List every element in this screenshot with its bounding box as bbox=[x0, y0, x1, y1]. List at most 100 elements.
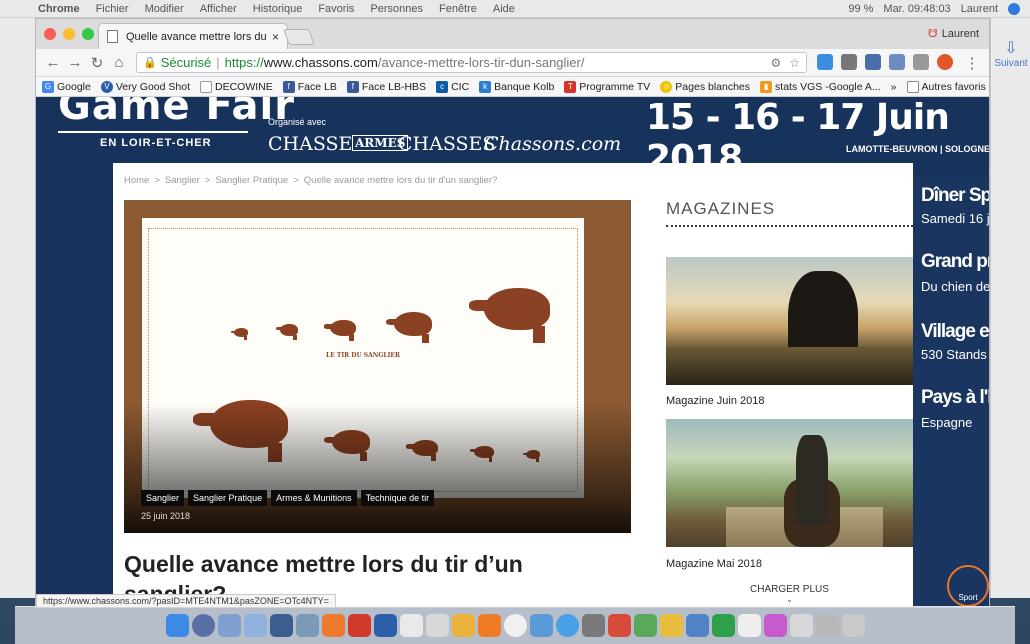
app-icon[interactable] bbox=[685, 614, 709, 637]
reload-icon[interactable]: ↻ bbox=[86, 54, 108, 72]
magazine-cover-juin[interactable] bbox=[666, 257, 913, 385]
extension-icon-2[interactable] bbox=[841, 53, 857, 70]
load-more-button[interactable]: CHARGER PLUS ⌄ bbox=[750, 584, 829, 604]
vlc-icon[interactable] bbox=[477, 614, 501, 637]
app-icon[interactable] bbox=[529, 614, 553, 637]
finder-icon[interactable] bbox=[165, 614, 189, 637]
app-icon[interactable] bbox=[815, 614, 839, 637]
magazine-caption[interactable]: Magazine Mai 2018 bbox=[666, 558, 762, 570]
launchpad-icon[interactable] bbox=[191, 614, 215, 637]
menu-historique[interactable]: Historique bbox=[245, 3, 311, 15]
url-scheme[interactable]: https:// bbox=[225, 55, 264, 70]
extension-icon-5[interactable] bbox=[913, 53, 929, 70]
bookmark-decowine[interactable]: DECOWINE bbox=[200, 80, 273, 93]
side-advertisement[interactable]: Dîner Spec Samedi 16 ju Grand prix Du ch… bbox=[913, 175, 989, 607]
background-window[interactable] bbox=[0, 18, 40, 598]
bookmarks-overflow[interactable]: » bbox=[891, 81, 897, 93]
magazine-caption[interactable]: Magazine Juin 2018 bbox=[666, 395, 764, 407]
bookmark-banque-kolb[interactable]: k Banque Kolb bbox=[479, 80, 554, 93]
app-icon[interactable] bbox=[607, 614, 631, 637]
magazine-cover-mai[interactable] bbox=[666, 419, 913, 547]
forward-icon[interactable]: → bbox=[64, 54, 86, 71]
bookmark-other[interactable]: Autres favoris bbox=[906, 80, 986, 93]
clock[interactable]: Mar. 09:48:03 bbox=[883, 3, 950, 15]
minimize-window-button[interactable] bbox=[63, 28, 75, 40]
app-icon[interactable] bbox=[347, 614, 371, 637]
extension-icon-4[interactable] bbox=[889, 53, 905, 70]
app-icon[interactable] bbox=[711, 614, 735, 637]
url-path[interactable]: /avance-mettre-lors-tir-dun-sanglier/ bbox=[378, 55, 585, 70]
home-icon[interactable]: ⌂ bbox=[108, 54, 130, 71]
tab-bar: Quelle avance mettre lors du tir × ☋ Laur… bbox=[36, 19, 989, 49]
bookmark-very-good-shot[interactable]: V Very Good Shot bbox=[100, 80, 190, 93]
tag-sanglier-pratique[interactable]: Sanglier Pratique bbox=[188, 490, 268, 506]
next-nav[interactable]: ⇩ Suivant bbox=[993, 38, 1029, 69]
app-icon[interactable] bbox=[555, 614, 579, 637]
app-icon[interactable] bbox=[763, 614, 787, 637]
menu-favoris[interactable]: Favoris bbox=[310, 3, 362, 15]
address-bar[interactable]: 🔒 Sécurisé | https:// www.chassons.com /… bbox=[136, 52, 807, 73]
profile-button[interactable]: ☋ Laurent bbox=[928, 27, 979, 40]
app-icon[interactable] bbox=[321, 614, 345, 637]
menu-aide[interactable]: Aide bbox=[485, 3, 523, 15]
bookmark-stats-vgs[interactable]: ▮ stats VGS -Google A... bbox=[760, 80, 881, 93]
menu-afficher[interactable]: Afficher bbox=[192, 3, 245, 15]
close-window-button[interactable] bbox=[44, 28, 56, 40]
bookmark-cic[interactable]: c CIC bbox=[436, 80, 469, 93]
app-icon[interactable] bbox=[581, 614, 605, 637]
menu-personnes[interactable]: Personnes bbox=[362, 3, 431, 15]
mail-icon[interactable] bbox=[243, 614, 267, 637]
extension-icon-6[interactable] bbox=[937, 53, 953, 70]
tab-close-icon[interactable]: × bbox=[272, 30, 279, 44]
app-icon[interactable] bbox=[789, 614, 813, 637]
menu-chrome[interactable]: Chrome bbox=[30, 3, 88, 15]
translate-icon[interactable]: ⚙ bbox=[770, 56, 781, 70]
bookmark-google[interactable]: G Google bbox=[42, 80, 91, 93]
tab-active[interactable]: Quelle avance mettre lors du tir × bbox=[98, 23, 288, 49]
background-window-right[interactable]: ⇩ Suivant bbox=[990, 18, 1030, 598]
featured-image[interactable]: LE TIR DU SANGLIER Sanglier Sanglier Pra… bbox=[124, 200, 631, 533]
arrow-down-icon: ⇩ bbox=[1004, 40, 1018, 57]
back-icon[interactable]: ← bbox=[42, 54, 64, 71]
url-host[interactable]: www.chassons.com bbox=[264, 55, 378, 70]
zoom-window-button[interactable] bbox=[82, 28, 94, 40]
app-icon[interactable] bbox=[295, 614, 319, 637]
event-banner[interactable]: Game Fair EN LOIR-ET-CHER Organisé avec … bbox=[36, 97, 989, 179]
siri-icon[interactable] bbox=[1008, 2, 1020, 15]
app-icon[interactable] bbox=[399, 614, 423, 637]
menu-fenetre[interactable]: Fenêtre bbox=[431, 3, 485, 15]
extension-icon-3[interactable] bbox=[865, 53, 881, 70]
app-icon[interactable] bbox=[269, 614, 293, 637]
trash-icon[interactable] bbox=[841, 614, 865, 637]
lock-icon[interactable]: 🔒 bbox=[143, 56, 157, 69]
safari-icon[interactable] bbox=[217, 614, 241, 637]
new-tab-button[interactable] bbox=[283, 29, 315, 45]
breadcrumb-home[interactable]: Home bbox=[124, 175, 149, 186]
breadcrumb-sanglier-pratique[interactable]: Sanglier Pratique bbox=[215, 175, 288, 186]
boar-silhouette bbox=[324, 320, 356, 341]
bookmark-programme-tv[interactable]: T Programme TV bbox=[564, 80, 650, 93]
app-icon[interactable] bbox=[451, 614, 475, 637]
app-icon[interactable] bbox=[659, 614, 683, 637]
tag-technique-de-tir[interactable]: Technique de tir bbox=[360, 490, 435, 506]
app-icon[interactable] bbox=[425, 614, 449, 637]
menu-modifier[interactable]: Modifier bbox=[137, 3, 192, 15]
app-icon[interactable] bbox=[633, 614, 657, 637]
app-icon[interactable] bbox=[737, 614, 761, 637]
tag-sanglier[interactable]: Sanglier bbox=[141, 490, 185, 506]
extension-icon-1[interactable] bbox=[817, 53, 833, 70]
bookmark-star-icon[interactable]: ☆ bbox=[789, 56, 800, 70]
bookmark-pages-blanches[interactable]: ☺ Pages blanches bbox=[660, 80, 750, 93]
bookmark-face-lb[interactable]: f Face LB bbox=[282, 80, 337, 93]
profile-icon: ☋ bbox=[927, 28, 938, 40]
menu-user[interactable]: Laurent bbox=[961, 3, 998, 15]
breadcrumb-sanglier[interactable]: Sanglier bbox=[165, 175, 200, 186]
chrome-icon[interactable] bbox=[503, 614, 527, 637]
menu-fichier[interactable]: Fichier bbox=[88, 3, 137, 15]
word-icon[interactable] bbox=[373, 614, 397, 637]
bookmark-face-lb-hbs[interactable]: f Face LB-HBS bbox=[346, 80, 426, 93]
secure-label[interactable]: Sécurisé bbox=[161, 55, 212, 70]
tag-armes-munitions[interactable]: Armes & Munitions bbox=[271, 490, 357, 506]
menu-kebab-icon[interactable]: ⋮ bbox=[961, 54, 983, 72]
battery-status[interactable]: 99 % bbox=[848, 3, 873, 15]
